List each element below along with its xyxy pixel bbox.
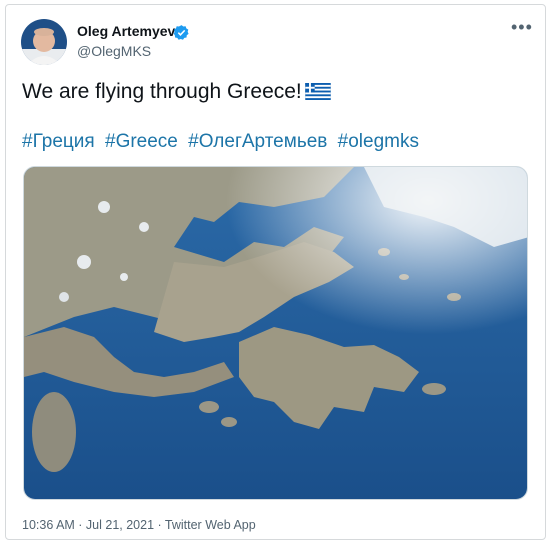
hashtag-link[interactable]: #olegmks: [338, 131, 419, 152]
hashtag-list: #Греция #Greece #ОлегАртемьев #olegmks: [22, 131, 423, 153]
tweet-metadata: 10:36 AM · Jul 21, 2021 · Twitter Web Ap…: [22, 518, 256, 532]
hashtag-link[interactable]: #Греция: [22, 131, 95, 152]
verified-badge-icon: [173, 25, 189, 40]
hashtag-link[interactable]: #ОлегАртемьев: [188, 131, 327, 152]
satellite-photo-of-greece: [24, 167, 527, 499]
avatar[interactable]: [21, 19, 67, 65]
greece-flag-icon: [305, 83, 331, 100]
tweet-text: We are flying through Greece!: [22, 80, 331, 104]
tweet-photo[interactable]: [23, 166, 528, 500]
tweet-body: We are flying through Greece!: [22, 80, 302, 103]
author-handle[interactable]: @OlegMKS: [77, 43, 151, 59]
author-name[interactable]: Oleg Artemyev: [77, 23, 175, 39]
more-options-icon[interactable]: •••: [511, 17, 533, 38]
hashtag-link[interactable]: #Greece: [105, 131, 178, 152]
